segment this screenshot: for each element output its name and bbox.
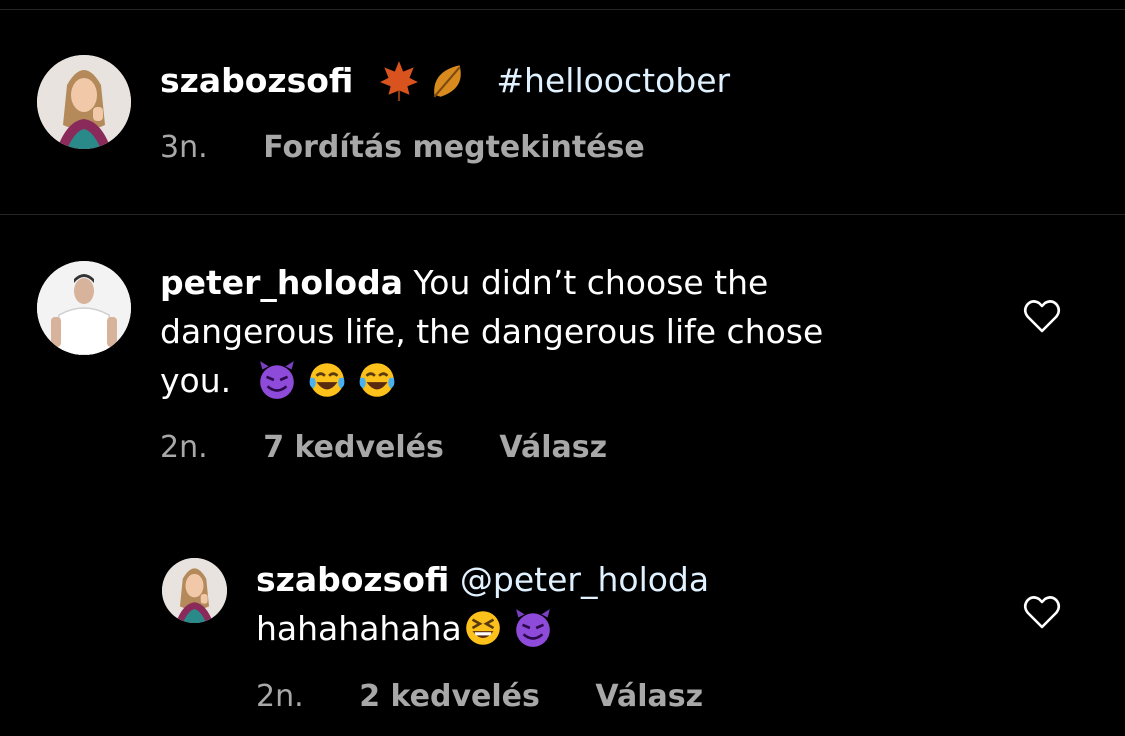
like-heart-icon[interactable]	[1022, 298, 1062, 334]
grinning-squinting-icon	[462, 607, 504, 649]
comment-avatar[interactable]	[37, 261, 131, 355]
caption-time: 3n.	[160, 130, 208, 165]
caption-avatar[interactable]	[37, 55, 131, 149]
comment-text: peter_holoda You didn’t choose the dange…	[160, 258, 980, 405]
caption-text: szabozsofi #hellooctober	[160, 56, 730, 105]
likes-count-button[interactable]: 2 kedvelés	[359, 679, 540, 714]
like-heart-icon[interactable]	[1022, 594, 1062, 630]
reply-time: 2n.	[256, 679, 304, 714]
likes-count-button[interactable]: 7 kedvelés	[263, 430, 444, 465]
smiling-devil-icon	[512, 607, 554, 649]
divider	[0, 9, 1125, 10]
maple-leaf-icon	[378, 59, 420, 101]
tears-of-joy-icon	[356, 359, 398, 401]
reply-meta: 2n. 2 kedvelés Válasz	[256, 677, 703, 717]
hashtag-link[interactable]: #hellooctober	[496, 61, 730, 100]
comment-meta: 2n. 7 kedvelés Válasz	[160, 428, 607, 468]
divider	[0, 214, 1125, 215]
comment-body-line: you.	[160, 361, 232, 400]
comments-screen: szabozsofi #hellooctober 3n. Fordítás me…	[0, 0, 1125, 736]
smiling-devil-icon	[256, 359, 298, 401]
comment-body-line: dangerous life, the dangerous life chose	[160, 312, 824, 351]
comment-username[interactable]: peter_holoda	[160, 263, 403, 302]
comment-body-line: You didn’t choose the	[413, 263, 769, 302]
comment-time: 2n.	[160, 430, 208, 465]
reply-username[interactable]: szabozsofi	[256, 560, 449, 599]
reply-button[interactable]: Válasz	[499, 430, 607, 465]
reply-text: szabozsofi @peter_holoda hahahahaha	[256, 555, 976, 653]
tears-of-joy-icon	[306, 359, 348, 401]
reply-button[interactable]: Válasz	[595, 679, 703, 714]
mention-link[interactable]: @peter_holoda	[460, 560, 709, 599]
caption-meta: 3n. Fordítás megtekintése	[160, 128, 645, 168]
caption-username[interactable]: szabozsofi	[160, 61, 353, 100]
translate-button[interactable]: Fordítás megtekintése	[263, 130, 645, 165]
fallen-leaf-icon	[428, 59, 470, 101]
reply-body-line: hahahahaha	[256, 609, 462, 648]
reply-avatar[interactable]	[162, 558, 227, 623]
